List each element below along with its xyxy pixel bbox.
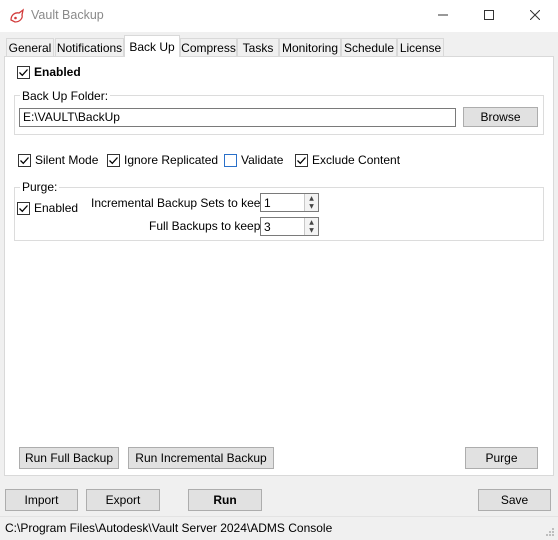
stepper-up-icon[interactable]: ▲ bbox=[305, 194, 318, 203]
incremental-sets-label: Incremental Backup Sets to keep: bbox=[91, 196, 271, 210]
tab-tasks[interactable]: Tasks bbox=[237, 38, 279, 56]
browse-button[interactable]: Browse bbox=[463, 107, 538, 127]
tab-back-up[interactable]: Back Up bbox=[124, 35, 180, 57]
full-backups-label: Full Backups to keep: bbox=[149, 219, 264, 233]
incremental-sets-value: 1 bbox=[264, 196, 271, 210]
backup-folder-group-label: Back Up Folder: bbox=[20, 89, 111, 103]
exclude-content-checkbox[interactable] bbox=[295, 154, 308, 167]
incremental-sets-stepper[interactable]: 1 ▲ ▼ bbox=[260, 193, 319, 212]
purge-enabled-checkbox[interactable] bbox=[17, 202, 30, 215]
check-icon bbox=[20, 157, 29, 165]
ignore-replicated-label: Ignore Replicated bbox=[124, 153, 219, 167]
stepper-up-icon[interactable]: ▲ bbox=[305, 218, 318, 227]
tab-general[interactable]: General bbox=[6, 38, 54, 56]
minimize-button[interactable] bbox=[420, 0, 466, 32]
export-button[interactable]: Export bbox=[86, 489, 160, 511]
status-bar: C:\Program Files\Autodesk\Vault Server 2… bbox=[0, 516, 558, 538]
silent-mode-label: Silent Mode bbox=[35, 153, 99, 167]
backup-folder-input[interactable]: E:\VAULT\BackUp bbox=[19, 108, 456, 127]
close-button[interactable] bbox=[512, 0, 558, 32]
tab-notifications[interactable]: Notifications bbox=[55, 38, 124, 56]
status-path: C:\Program Files\Autodesk\Vault Server 2… bbox=[5, 521, 333, 535]
import-button[interactable]: Import bbox=[5, 489, 78, 511]
backup-enabled-checkbox[interactable] bbox=[17, 66, 30, 79]
purge-button[interactable]: Purge bbox=[465, 447, 538, 469]
run-incremental-backup-button[interactable]: Run Incremental Backup bbox=[128, 447, 274, 469]
window-title: Vault Backup bbox=[31, 8, 104, 22]
stepper-down-icon[interactable]: ▼ bbox=[305, 203, 318, 212]
maximize-button[interactable] bbox=[466, 0, 512, 32]
purge-group-label: Purge: bbox=[20, 180, 60, 194]
check-icon bbox=[19, 69, 28, 77]
tab-compress[interactable]: Compress bbox=[180, 38, 237, 56]
backup-enabled-label: Enabled bbox=[34, 65, 81, 79]
stepper-down-icon[interactable]: ▼ bbox=[305, 227, 318, 236]
run-button[interactable]: Run bbox=[188, 489, 262, 511]
check-icon bbox=[109, 157, 118, 165]
title-bar: Vault Backup bbox=[0, 0, 558, 32]
check-icon bbox=[297, 157, 306, 165]
purge-enabled-label: Enabled bbox=[34, 201, 79, 215]
validate-label: Validate bbox=[241, 153, 284, 167]
tab-monitoring[interactable]: Monitoring bbox=[279, 38, 341, 56]
stepper-buttons: ▲ ▼ bbox=[304, 194, 318, 211]
full-backups-stepper[interactable]: 3 ▲ ▼ bbox=[260, 217, 319, 236]
maximize-icon bbox=[484, 9, 494, 23]
tab-schedule[interactable]: Schedule bbox=[341, 38, 397, 56]
validate-checkbox[interactable] bbox=[224, 154, 237, 167]
full-backups-value: 3 bbox=[264, 220, 271, 234]
resize-grip-icon[interactable] bbox=[545, 526, 555, 536]
run-full-backup-button[interactable]: Run Full Backup bbox=[19, 447, 119, 469]
silent-mode-checkbox[interactable] bbox=[18, 154, 31, 167]
tab-license[interactable]: License bbox=[397, 38, 444, 56]
exclude-content-label: Exclude Content bbox=[312, 153, 401, 167]
close-icon bbox=[529, 9, 541, 23]
stepper-buttons: ▲ ▼ bbox=[304, 218, 318, 235]
vault-app-icon bbox=[9, 8, 25, 24]
minimize-icon bbox=[438, 9, 448, 23]
save-button[interactable]: Save bbox=[478, 489, 551, 511]
check-icon bbox=[19, 205, 28, 213]
ignore-replicated-checkbox[interactable] bbox=[107, 154, 120, 167]
